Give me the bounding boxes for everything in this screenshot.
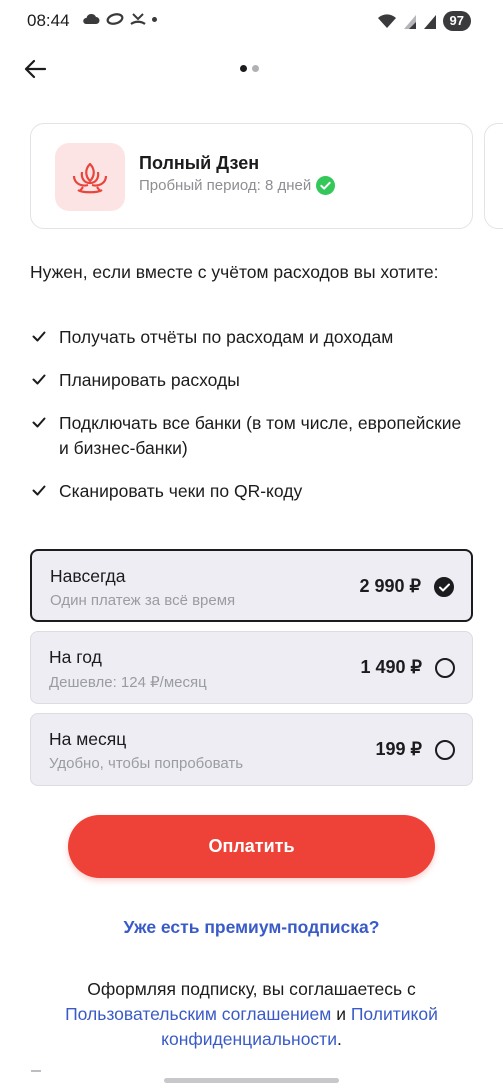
intro-text: Нужен, если вместе с учётом расходов вы …: [30, 262, 439, 282]
plan-title: Полный Дзен: [139, 153, 260, 173]
legal-suffix: .: [336, 1029, 342, 1049]
check-circle-icon: [316, 176, 336, 195]
option-subtitle: Удобно, чтобы попробовать: [49, 755, 244, 772]
feature-item: Сканировать чеки по QR-коду: [30, 479, 470, 504]
link-icon: [106, 13, 124, 25]
feature-text: Сканировать чеки по QR-коду: [59, 481, 303, 501]
option-price: 1 490 ₽: [360, 657, 423, 677]
check-icon: [32, 417, 46, 428]
feature-text: Планировать расходы: [59, 370, 240, 390]
radio-checked-icon[interactable]: [434, 577, 454, 597]
missed-call-icon: [130, 13, 146, 25]
signal-icon: [403, 14, 416, 29]
cloud-icon: [83, 13, 100, 24]
premium-subscription-link[interactable]: Уже есть премиум-подписка?: [0, 917, 503, 938]
plan-trial: Пробный период: 8 дней: [139, 176, 336, 195]
option-price: 2 990 ₽: [359, 576, 422, 596]
option-month[interactable]: На месяц Удобно, чтобы попробовать 199 ₽: [30, 713, 473, 786]
feature-text: Подключать все банки (в том числе, европ…: [59, 413, 462, 458]
lotus-icon: [72, 162, 108, 194]
page-dot-active: [240, 65, 247, 72]
dot-icon: [152, 16, 157, 22]
status-time: 08:44: [27, 11, 70, 30]
check-icon: [32, 331, 46, 342]
option-subtitle: Один платеж за всё время: [50, 592, 236, 609]
trial-label: Пробный период: 8 дней: [139, 177, 312, 194]
divider: [31, 1070, 41, 1072]
plan-card[interactable]: Полный Дзен Пробный период: 8 дней: [30, 123, 473, 229]
feature-item: Получать отчёты по расходам и доходам: [30, 325, 470, 350]
page-indicator: [240, 65, 259, 72]
page-dot: [252, 65, 259, 72]
option-title: На месяц: [49, 729, 127, 749]
signal-icon: [423, 14, 436, 29]
wifi-icon: [377, 14, 396, 28]
check-icon: [32, 485, 46, 496]
option-price: 199 ₽: [375, 739, 423, 759]
option-year[interactable]: На год Дешевле: 124 ₽/месяц 1 490 ₽: [30, 631, 473, 704]
status-bar: 08:44 97: [0, 0, 503, 44]
terms-link[interactable]: Пользовательским соглашением: [65, 1004, 331, 1024]
check-icon: [32, 374, 46, 385]
option-subtitle: Дешевле: 124 ₽/месяц: [49, 674, 207, 691]
feature-item: Подключать все банки (в том числе, европ…: [30, 411, 470, 461]
feature-text: Получать отчёты по расходам и доходам: [59, 327, 394, 347]
legal-text: Оформляя подписку, вы соглашаетесь с Пол…: [30, 977, 473, 1052]
battery-icon: 97: [442, 11, 471, 31]
legal-prefix: Оформляя подписку, вы соглашаетесь с: [87, 979, 416, 999]
option-title: На год: [49, 647, 102, 667]
radio-unchecked-icon[interactable]: [435, 740, 455, 760]
home-indicator[interactable]: [164, 1078, 339, 1083]
back-button[interactable]: [18, 54, 52, 84]
check-icon: [438, 583, 450, 591]
feature-item: Планировать расходы: [30, 368, 470, 393]
system-icons: 97: [377, 11, 471, 31]
pay-button[interactable]: Оплатить: [68, 815, 435, 878]
next-plan-card[interactable]: [484, 123, 503, 229]
notification-icons: [82, 12, 157, 26]
option-forever[interactable]: Навсегда Один платеж за всё время 2 990 …: [30, 549, 473, 622]
radio-unchecked-icon[interactable]: [435, 658, 455, 678]
legal-and: и: [336, 1004, 346, 1024]
feature-list: Получать отчёты по расходам и доходам Пл…: [30, 325, 470, 504]
arrow-left-icon: [24, 59, 47, 79]
plan-logo: [55, 143, 125, 211]
option-title: Навсегда: [50, 566, 126, 586]
